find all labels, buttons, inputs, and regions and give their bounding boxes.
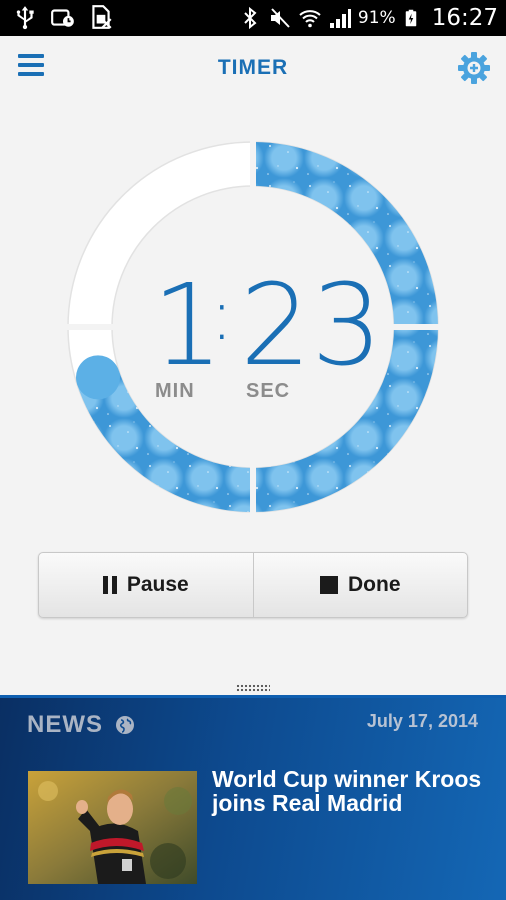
signal-icon [329, 9, 351, 28]
usb-icon [16, 6, 34, 30]
timer-progress-cap [75, 355, 120, 400]
mute-icon [270, 8, 290, 28]
time-colon: : [210, 274, 234, 356]
stop-icon [320, 576, 338, 594]
bluetooth-icon [244, 6, 257, 30]
screenshot-icon [51, 9, 74, 27]
page-title: TIMER [217, 56, 289, 79]
timer-controls: Pause Done [38, 552, 468, 618]
seconds-label: SEC [246, 380, 291, 402]
pause-icon [102, 576, 117, 594]
news-thumbnail-image[interactable] [28, 771, 197, 884]
pause-button[interactable]: Pause [39, 553, 253, 617]
done-button[interactable]: Done [252, 553, 468, 617]
status-left-icons [12, 4, 114, 30]
gear-icon[interactable] [456, 50, 492, 86]
globe-icon [116, 716, 134, 734]
pause-label: Pause [126, 573, 189, 596]
news-panel[interactable]: NEWS July 17, 2014 World Cup winner Kroo… [0, 695, 506, 900]
status-right-icons: 91% 16:27 [238, 2, 498, 34]
news-section-label: NEWS [27, 711, 103, 738]
status-time: 16:27 [431, 5, 498, 31]
battery-charging-icon [405, 9, 416, 27]
news-headline[interactable]: World Cup winner Kroos joins Real Madrid [212, 767, 482, 815]
battery-percent: 91% [357, 8, 396, 28]
sim-off-icon [92, 5, 112, 29]
done-label: Done [348, 573, 401, 596]
seconds-value: 23 [240, 261, 383, 391]
drawer-handle[interactable] [236, 684, 270, 692]
minutes-label: MIN [155, 380, 195, 402]
news-date: July 17, 2014 [366, 711, 478, 731]
wifi-icon [299, 10, 321, 28]
status-bar: 91% 16:27 [0, 0, 506, 36]
app-bar: TIMER [0, 36, 506, 102]
